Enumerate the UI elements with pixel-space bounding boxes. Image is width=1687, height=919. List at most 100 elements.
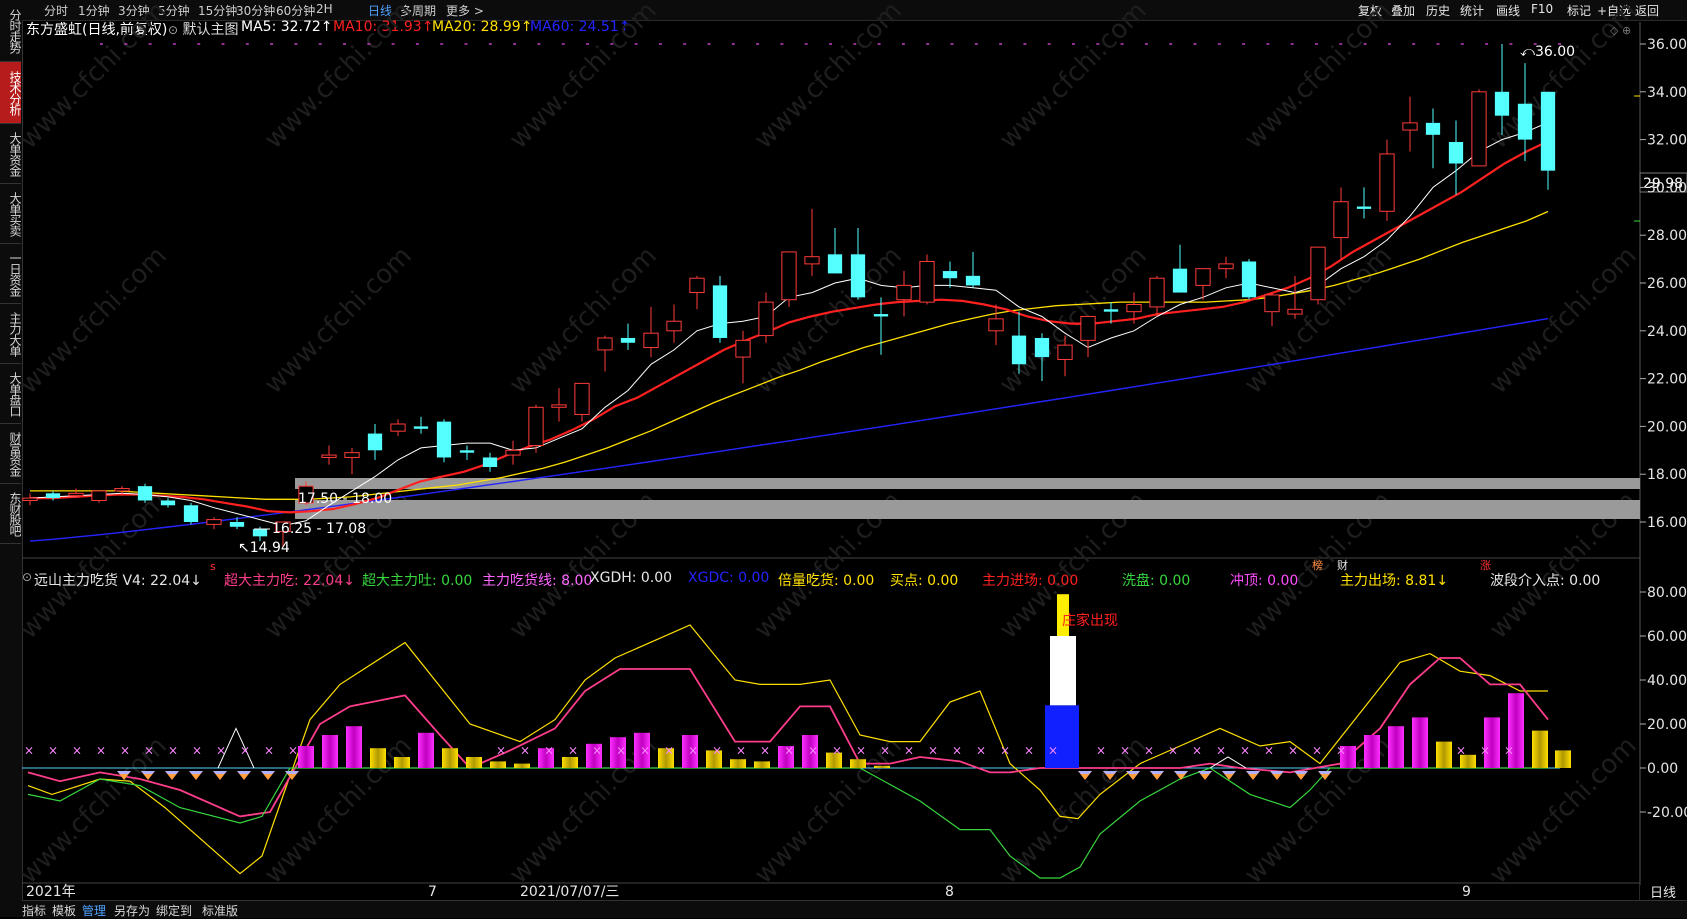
x-marker: × — [1192, 743, 1202, 757]
zone-band-lower — [295, 500, 1640, 519]
bottom-tab-3[interactable]: 另存为 — [114, 902, 150, 919]
low-price-label: ↖14.94 — [238, 540, 290, 556]
candle-body-down — [252, 529, 268, 537]
candle-body-up — [1287, 308, 1303, 315]
price-axis-label: 16.00 — [1647, 515, 1687, 531]
x-marker: × — [808, 743, 818, 757]
watermark-text: www.cfchi.com — [259, 241, 418, 400]
candle-body-up — [528, 406, 544, 447]
watermark-text: www.cfchi.com — [504, 0, 663, 155]
candle-body-up — [114, 488, 130, 492]
indicator-value-2: 超大主力吐: 0.00 — [362, 573, 473, 589]
candle-body-up — [68, 492, 84, 497]
x-marker: × — [664, 743, 674, 757]
candle-body-up — [597, 337, 613, 351]
price-axis-label: 32.00 — [1647, 133, 1687, 149]
candle-body-up — [666, 320, 682, 332]
x-marker: × — [760, 743, 770, 757]
ind-axis-label: 80.00 — [1647, 585, 1687, 601]
watermark-text: www.cfchi.com — [1239, 0, 1398, 155]
indicator-bar — [442, 748, 458, 768]
x-marker: × — [1504, 743, 1514, 757]
candle-body-down — [1494, 91, 1510, 116]
candle-body-up — [919, 260, 935, 303]
ind-axis-label: 0.00 — [1647, 761, 1678, 777]
candle-body-down — [45, 493, 61, 499]
watermark-text: www.cfchi.com — [1484, 241, 1643, 400]
candle-body-down — [1241, 261, 1257, 298]
x-marker: × — [1456, 743, 1466, 757]
diamond-markers — [117, 771, 1332, 780]
candle-body-down — [873, 314, 889, 317]
indicator-dropdown-icon[interactable]: ⊙ — [22, 570, 32, 584]
candle-body-up — [390, 423, 406, 432]
x-marker: × — [96, 743, 106, 757]
indicator-value-11: 主力出场: 8.81↓ — [1340, 573, 1449, 589]
x-marker: × — [592, 743, 602, 757]
x-marker: × — [288, 743, 298, 757]
indicator-bar — [1555, 750, 1571, 768]
candle-body-down — [1540, 91, 1556, 171]
zhuang-label: 庄家出现 — [1062, 612, 1118, 629]
candle-body-up — [1471, 91, 1487, 167]
x-marker: × — [1240, 743, 1250, 757]
ind-axis-label: -20.00 — [1647, 805, 1687, 821]
price-axis-label: 26.00 — [1647, 276, 1687, 292]
bottom-tab-1[interactable]: 模板 — [52, 902, 76, 919]
indicator-bar — [346, 726, 362, 768]
ind-axis-label: 20.00 — [1647, 717, 1687, 733]
candle-body-up — [643, 332, 659, 349]
candle-body-up — [1080, 315, 1096, 341]
indicator-value-3: 主力吃货线: 8.00 — [482, 573, 593, 589]
bottom-tab-5[interactable]: 标准版 — [202, 902, 238, 919]
candle-body-up — [206, 519, 222, 525]
candle-body-up — [689, 277, 705, 294]
bottom-tab-2[interactable]: 管理 — [82, 902, 106, 919]
candle-body-up — [1057, 344, 1073, 360]
candle-body-down — [1517, 103, 1533, 140]
x-marker: × — [1000, 743, 1010, 757]
x-marker: × — [928, 743, 938, 757]
candle-body-up — [896, 284, 912, 301]
x-marker: × — [640, 743, 650, 757]
candle-body-up — [1402, 122, 1418, 131]
chart-canvas[interactable]: www.cfchi.com www.cfchi.com www.cfchi.com w… — [0, 0, 1687, 917]
period-box-label[interactable]: 日线 — [1650, 886, 1676, 901]
indicator-bar — [514, 763, 530, 768]
bottom-tab-4[interactable]: 绑定到 — [156, 902, 192, 919]
bottom-toolbar: 指标 模板 管理 另存为 绑定到 标准版 — [22, 900, 1687, 918]
candle-body-up — [1264, 294, 1280, 313]
candle-body-up — [574, 382, 590, 415]
indicator-info-bar: ⊙ 远山主力吃货 V4: 22.04↓ 超大主力吃: 22.04↓ 超大主力吐: 0.… — [22, 570, 1600, 589]
candle-body-down — [367, 433, 383, 451]
candle-body-up — [735, 339, 751, 358]
x-marker: × — [976, 743, 986, 757]
x-marker: × — [240, 743, 250, 757]
watermark-text: www.cfchi.com — [1484, 0, 1643, 155]
indicator-value-9: 洗盘: 0.00 — [1122, 573, 1191, 589]
candle-body-down — [1172, 268, 1188, 293]
candle-body-up — [1195, 268, 1211, 286]
indicator-bar — [850, 759, 866, 768]
x-marker: × — [1096, 743, 1106, 757]
candle-body-up — [988, 318, 1004, 332]
candle-body-up — [551, 404, 567, 408]
candle-body-up — [91, 490, 107, 501]
x-marker: × — [1048, 743, 1058, 757]
candle-body-down — [620, 337, 636, 343]
indicator-value-8: 主力进场: 0.00 — [982, 573, 1079, 589]
watermark-text: www.cfchi.com — [14, 241, 173, 400]
indicator-bar — [418, 732, 434, 768]
candle-body-down — [183, 505, 199, 522]
x-marker: × — [736, 743, 746, 757]
candle-body-up — [1126, 304, 1142, 313]
price-axis-label: 28.00 — [1647, 228, 1687, 244]
candle-body-down — [436, 421, 452, 458]
indicator-bar — [1364, 735, 1380, 768]
bottom-tab-0[interactable]: 指标 — [22, 902, 46, 919]
indicator-bar — [370, 748, 386, 768]
x-marker: × — [1120, 743, 1130, 757]
indicator-value-5: XGDC: 0.00 — [688, 570, 770, 586]
x-marker: × — [1336, 743, 1346, 757]
indicator-value-10: 冲顶: 0.00 — [1230, 573, 1299, 589]
